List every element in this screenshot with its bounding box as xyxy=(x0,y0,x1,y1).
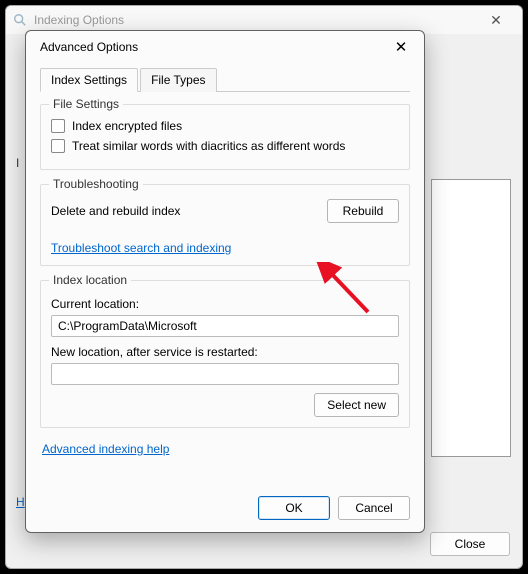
rebuild-button[interactable]: Rebuild xyxy=(327,199,399,223)
troubleshooting-legend: Troubleshooting xyxy=(49,177,143,191)
search-icon xyxy=(12,12,28,28)
checkbox-label: Index encrypted files xyxy=(72,119,182,133)
checkbox-label: Treat similar words with diacritics as d… xyxy=(72,139,345,153)
dialog-footer: OK Cancel xyxy=(26,488,424,532)
parent-window-title: Indexing Options xyxy=(34,13,476,27)
checkbox-icon xyxy=(51,119,65,133)
tab-strip: Index Settings File Types xyxy=(40,67,410,92)
advanced-help-link[interactable]: Advanced indexing help xyxy=(42,442,169,456)
parent-close-icon[interactable]: ✕ xyxy=(476,12,516,29)
new-location-field[interactable] xyxy=(51,363,399,385)
dialog-titlebar: Advanced Options ✕ xyxy=(26,31,424,63)
checkbox-index-encrypted[interactable]: Index encrypted files xyxy=(51,119,399,133)
parent-label-fragment: I xyxy=(16,156,19,170)
troubleshoot-link[interactable]: Troubleshoot search and indexing xyxy=(51,241,231,255)
group-troubleshooting: Troubleshooting Delete and rebuild index… xyxy=(40,184,410,266)
ok-button[interactable]: OK xyxy=(258,496,330,520)
current-location-label: Current location: xyxy=(51,297,399,311)
dialog-title: Advanced Options xyxy=(40,40,386,54)
checkbox-icon xyxy=(51,139,65,153)
group-index-location: Index location Current location: C:\Prog… xyxy=(40,280,410,428)
cancel-button[interactable]: Cancel xyxy=(338,496,410,520)
parent-listbox[interactable] xyxy=(431,179,511,457)
delete-rebuild-label: Delete and rebuild index xyxy=(51,204,180,218)
advanced-options-dialog: Advanced Options ✕ Index Settings File T… xyxy=(25,30,425,533)
current-location-field[interactable]: C:\ProgramData\Microsoft xyxy=(51,315,399,337)
rebuild-row: Delete and rebuild index Rebuild xyxy=(51,199,399,223)
tab-file-types[interactable]: File Types xyxy=(140,68,216,92)
group-file-settings: File Settings Index encrypted files Trea… xyxy=(40,104,410,170)
checkbox-treat-similar[interactable]: Treat similar words with diacritics as d… xyxy=(51,139,399,153)
select-new-button[interactable]: Select new xyxy=(314,393,399,417)
dialog-body: Index Settings File Types File Settings … xyxy=(26,63,424,488)
parent-close-button[interactable]: Close xyxy=(430,532,510,556)
parent-link-fragment[interactable]: H xyxy=(16,495,25,509)
new-location-label: New location, after service is restarted… xyxy=(51,345,399,359)
tab-index-settings[interactable]: Index Settings xyxy=(40,68,138,92)
close-icon[interactable]: ✕ xyxy=(386,33,416,61)
index-location-legend: Index location xyxy=(49,273,131,287)
file-settings-legend: File Settings xyxy=(49,97,123,111)
